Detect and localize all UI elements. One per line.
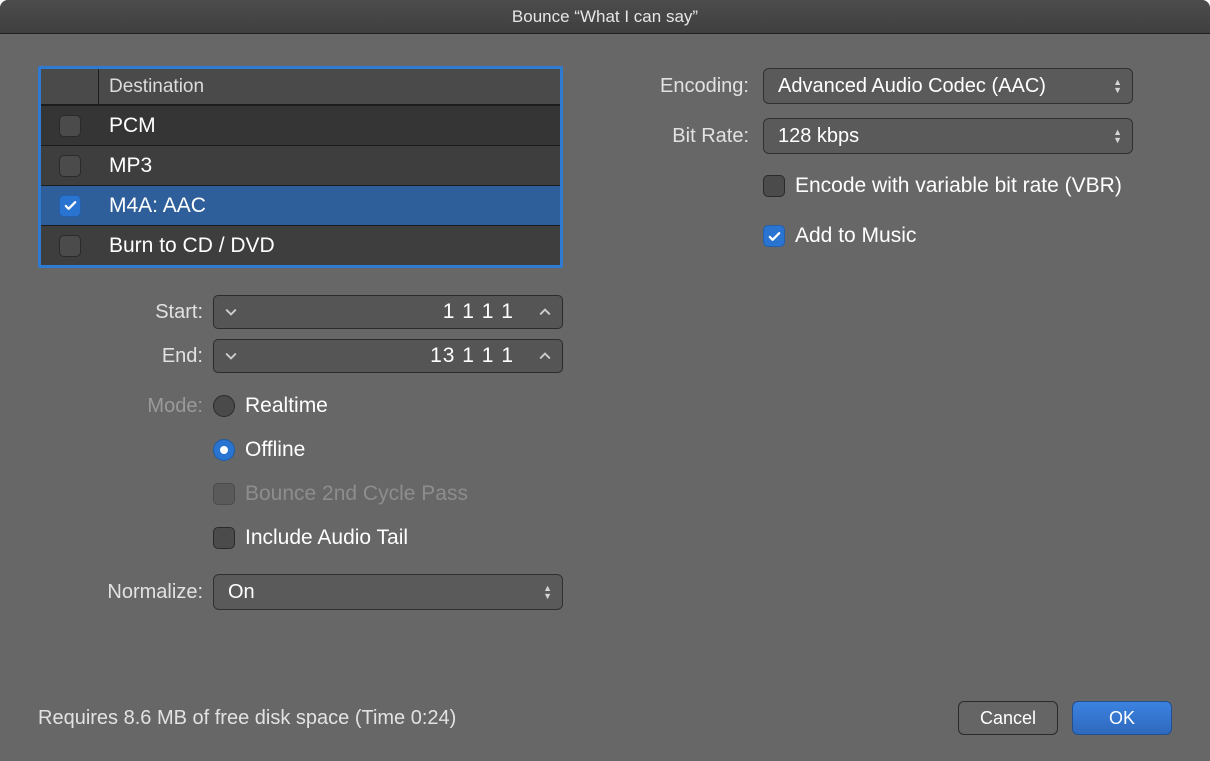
include-tail-checkbox[interactable] [213,527,235,549]
status-text: Requires 8.6 MB of free disk space (Time… [38,707,944,730]
normalize-popup[interactable]: On ▲▼ [213,574,563,610]
mode-offline-radio[interactable] [213,439,235,461]
start-value[interactable]: 1 1 1 1 [248,300,528,324]
start-increment[interactable] [528,296,562,328]
dialog-content: Destination PCM MP3 [0,34,1210,761]
end-label: End: [38,345,213,368]
normalize-label: Normalize: [38,581,213,604]
titlebar: Bounce “What I can say” [0,0,1210,34]
cancel-button[interactable]: Cancel [958,701,1058,735]
mode-realtime-radio[interactable] [213,395,235,417]
end-stepper[interactable]: 13 1 1 1 [213,339,563,373]
second-pass-label: Bounce 2nd Cycle Pass [245,482,468,506]
start-decrement[interactable] [214,296,248,328]
bitrate-value: 128 kbps [778,125,1113,148]
encoding-label: Encoding: [643,75,763,98]
mode-realtime-label: Realtime [245,394,328,418]
destination-label-pcm: PCM [99,114,156,138]
dialog-footer: Requires 8.6 MB of free disk space (Time… [38,701,1172,735]
destination-checkbox-mp3[interactable] [59,155,81,177]
encoding-value: Advanced Audio Codec (AAC) [778,75,1113,98]
end-value[interactable]: 13 1 1 1 [248,344,528,368]
destination-checkbox-m4a[interactable] [59,195,81,217]
destination-row-mp3[interactable]: MP3 [41,145,560,185]
bounce-dialog: Bounce “What I can say” Destination PCM [0,0,1210,761]
mode-label: Mode: [38,395,213,418]
updown-icon: ▲▼ [1113,79,1122,94]
destination-label-burn: Burn to CD / DVD [99,234,275,258]
mode-offline-label: Offline [245,438,305,462]
destination-label-m4a: M4A: AAC [99,194,206,218]
encoding-popup[interactable]: Advanced Audio Codec (AAC) ▲▼ [763,68,1133,104]
vbr-checkbox[interactable] [763,175,785,197]
vbr-label: Encode with variable bit rate (VBR) [795,174,1122,198]
start-stepper[interactable]: 1 1 1 1 [213,295,563,329]
normalize-value: On [228,581,543,604]
second-pass-checkbox [213,483,235,505]
ok-button[interactable]: OK [1072,701,1172,735]
destination-row-burn[interactable]: Burn to CD / DVD [41,225,560,265]
destination-checkbox-pcm[interactable] [59,115,81,137]
add-to-music-label: Add to Music [795,224,916,248]
include-tail-label: Include Audio Tail [245,526,408,550]
end-decrement[interactable] [214,340,248,372]
destination-row-pcm[interactable]: PCM [41,105,560,145]
end-increment[interactable] [528,340,562,372]
destination-row-m4a[interactable]: M4A: AAC [41,185,560,225]
window-title: Bounce “What I can say” [512,7,698,27]
bitrate-popup[interactable]: 128 kbps ▲▼ [763,118,1133,154]
destination-label-mp3: MP3 [99,154,152,178]
start-label: Start: [38,301,213,324]
destination-checkbox-burn[interactable] [59,235,81,257]
checkmark-icon [63,198,78,213]
bitrate-label: Bit Rate: [643,125,763,148]
destination-header-label: Destination [99,76,204,98]
checkmark-icon [767,229,782,244]
add-to-music-checkbox[interactable] [763,225,785,247]
updown-icon: ▲▼ [1113,129,1122,144]
updown-icon: ▲▼ [543,585,552,600]
destination-table[interactable]: Destination PCM MP3 [38,66,563,268]
destination-header: Destination [41,69,560,105]
